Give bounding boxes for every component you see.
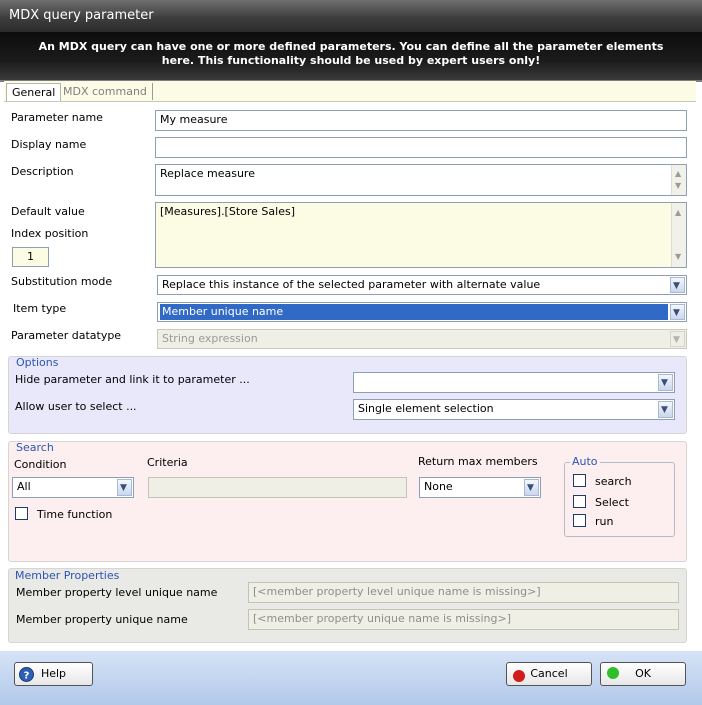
scroll-up-icon[interactable]: ▲: [675, 206, 681, 220]
scroll-down-icon[interactable]: ▼: [675, 250, 681, 264]
condition-value: All: [17, 480, 31, 493]
item-type-select[interactable]: Member unique name ▼: [157, 302, 687, 322]
return-max-label: Return max members: [418, 455, 538, 468]
item-type-value: Member unique name: [160, 304, 668, 320]
index-position-label: Index position: [11, 227, 89, 240]
auto-search-checkbox[interactable]: [573, 474, 586, 487]
tab-mdx-command[interactable]: MDX command: [58, 83, 153, 100]
default-value-label: Default value: [11, 205, 85, 218]
return-max-select[interactable]: None ▼: [419, 477, 541, 498]
hide-parameter-label: Hide parameter and link it to parameter …: [15, 373, 250, 386]
options-group: [8, 356, 687, 434]
dropdown-button[interactable]: ▼: [117, 479, 132, 496]
cancel-red-dot-icon: [513, 670, 525, 682]
ok-button[interactable]: OK: [600, 662, 686, 686]
parameter-datatype-select: String expression ▼: [157, 329, 687, 349]
description-scrollbar[interactable]: ▲ ▼: [671, 165, 686, 195]
chevron-down-icon: ▼: [673, 335, 680, 345]
cancel-button-label: Cancel: [530, 667, 568, 680]
chevron-down-icon: ▼: [673, 308, 680, 318]
default-value-textarea[interactable]: [Measures].[Store Sales] ▲ ▼: [155, 202, 687, 268]
auto-run-checkbox[interactable]: [573, 514, 586, 527]
return-max-value: None: [424, 480, 453, 493]
button-bar: ? Help Cancel OK: [0, 651, 702, 705]
auto-group-title: Auto: [570, 455, 600, 468]
member-property-unique-input[interactable]: [<member property unique name is missing…: [248, 609, 679, 630]
search-group-title: Search: [16, 441, 54, 454]
allow-select-value: Single element selection: [358, 402, 494, 415]
description-text: Replace measure: [160, 167, 255, 180]
default-value-scrollbar[interactable]: ▲ ▼: [671, 203, 686, 267]
help-button-label: Help: [40, 667, 67, 680]
item-type-label: Item type: [13, 302, 67, 315]
time-function-checkbox[interactable]: [15, 507, 28, 520]
banner-text: An MDX query can have one or more define…: [38, 40, 664, 67]
help-icon: ?: [19, 667, 34, 682]
substitution-mode-select[interactable]: Replace this instance of the selected pa…: [157, 275, 687, 295]
member-property-level-input[interactable]: [<member property level unique name is m…: [248, 582, 679, 603]
cancel-button[interactable]: Cancel: [506, 662, 592, 686]
svg-text:?: ?: [24, 671, 30, 682]
criteria-label: Criteria: [147, 456, 188, 469]
dropdown-button[interactable]: ▼: [524, 479, 539, 496]
ok-button-label: OK: [635, 667, 651, 680]
index-position-input[interactable]: 1: [12, 247, 49, 267]
auto-search-label: search: [595, 475, 632, 488]
auto-select-checkbox[interactable]: [573, 495, 586, 508]
tab-bar: General MDX command: [4, 81, 696, 102]
auto-select-label: Select: [595, 496, 629, 509]
condition-select[interactable]: All ▼: [12, 477, 134, 498]
chevron-down-icon: ▼: [661, 378, 668, 388]
help-button[interactable]: ? Help: [14, 662, 93, 686]
description-label: Description: [11, 165, 74, 178]
display-name-label: Display name: [11, 138, 87, 151]
member-properties-title: Member Properties: [15, 569, 120, 582]
dropdown-button[interactable]: ▼: [658, 401, 673, 418]
parameter-name-input[interactable]: My measure: [155, 110, 687, 131]
mdx-query-parameter-dialog: MDX query parameter An MDX query can hav…: [0, 0, 702, 705]
chevron-down-icon: ▼: [673, 281, 680, 291]
member-property-level-label: Member property level unique name: [16, 586, 218, 599]
chevron-down-icon: ▼: [661, 405, 668, 415]
member-property-unique-label: Member property unique name: [16, 613, 188, 626]
allow-select-select[interactable]: Single element selection ▼: [353, 399, 675, 420]
hide-parameter-select[interactable]: ▼: [353, 372, 675, 393]
title-bar[interactable]: MDX query parameter: [0, 0, 702, 32]
options-group-title: Options: [16, 356, 59, 369]
parameter-name-label: Parameter name: [11, 111, 103, 124]
tab-general[interactable]: General: [6, 83, 62, 101]
condition-label: Condition: [14, 458, 67, 471]
chevron-down-icon: ▼: [527, 483, 534, 493]
substitution-mode-value: Replace this instance of the selected pa…: [162, 278, 541, 291]
dropdown-button[interactable]: ▼: [670, 304, 685, 320]
time-function-label: Time function: [37, 508, 113, 521]
dropdown-button[interactable]: ▼: [658, 374, 673, 391]
auto-run-label: run: [595, 515, 614, 528]
description-textarea[interactable]: Replace measure ▲ ▼: [155, 164, 687, 196]
default-value-text: [Measures].[Store Sales]: [160, 205, 295, 218]
scroll-down-icon[interactable]: ▼: [675, 179, 681, 193]
parameter-datatype-label: Parameter datatype: [11, 329, 122, 342]
substitution-mode-label: Substitution mode: [11, 275, 113, 288]
display-name-input[interactable]: [155, 137, 687, 158]
dropdown-button: ▼: [670, 331, 685, 347]
parameter-datatype-value: String expression: [162, 332, 258, 345]
chevron-down-icon: ▼: [120, 483, 127, 493]
criteria-input[interactable]: [148, 477, 407, 498]
info-banner: An MDX query can have one or more define…: [0, 32, 702, 82]
window-title: MDX query parameter: [9, 8, 154, 23]
allow-select-label: Allow user to select ...: [15, 400, 137, 413]
dropdown-button[interactable]: ▼: [670, 277, 685, 293]
ok-green-dot-icon: [607, 667, 619, 679]
